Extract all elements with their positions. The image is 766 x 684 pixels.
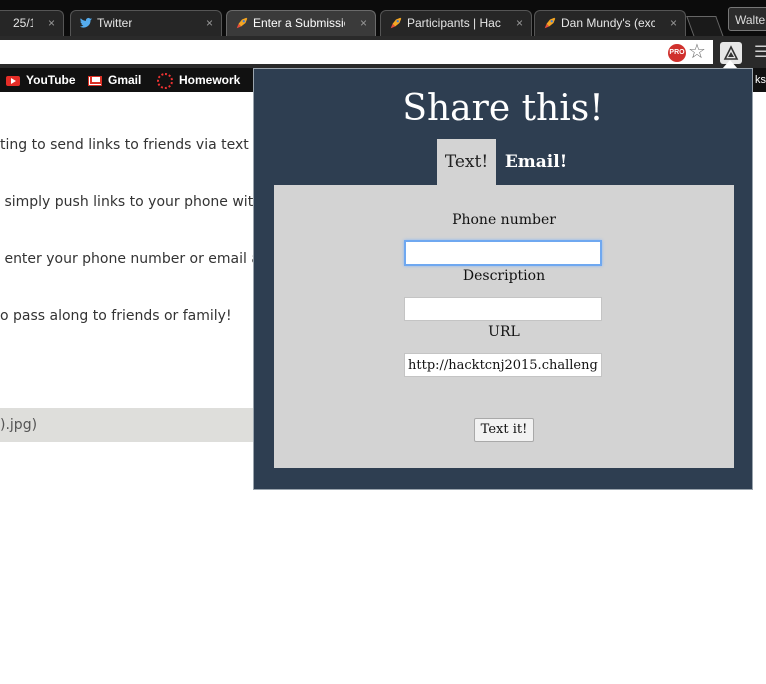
page-description: ting to send links to friends via text m…: [0, 98, 260, 345]
url-label: URL: [488, 324, 520, 340]
bookmark-label: YouTube: [26, 73, 76, 87]
browser-tab-dan-mundy[interactable]: Dan Mundy's (exch ×: [534, 10, 686, 36]
new-tab-button[interactable]: [686, 16, 724, 36]
tab-title: Participants | Hack: [407, 16, 501, 30]
tab-title: Enter a Submission: [253, 16, 345, 30]
tab-email[interactable]: Email!: [502, 139, 570, 186]
description-input[interactable]: [404, 297, 602, 321]
popup-title: Share this!: [402, 88, 604, 129]
browser-tab-enter-submission[interactable]: Enter a Submission ×: [226, 10, 376, 36]
bookmark-label: Homework: [179, 73, 241, 87]
gmail-icon: [88, 75, 102, 86]
description-label: Description: [462, 268, 546, 284]
browser-tab-calendar[interactable]: 25/15 - ( ×: [0, 10, 64, 36]
address-bar[interactable]: [0, 40, 713, 64]
tab-close-icon[interactable]: ×: [48, 11, 55, 35]
description-line: enter your phone number or email a: [0, 251, 260, 267]
bookmark-homework[interactable]: Homework: [157, 68, 240, 92]
challengepost-rocket-icon: [390, 17, 402, 29]
tab-close-icon[interactable]: ×: [206, 11, 213, 35]
triangle-logo-icon: [723, 45, 739, 60]
phone-number-label: Phone number: [452, 212, 556, 228]
share-popup: Share this! Text! Email! Phone number De…: [253, 68, 753, 490]
browser-tab-participants[interactable]: Participants | Hack ×: [380, 10, 532, 36]
homework-icon: [157, 72, 173, 89]
phone-number-input[interactable]: [404, 240, 602, 266]
description-line: simply push links to your phone with: [0, 194, 260, 210]
browser-tab-twitter[interactable]: Twitter ×: [70, 10, 222, 36]
profile-button[interactable]: Walter: [728, 7, 766, 31]
other-bookmarks[interactable]: ks: [755, 68, 766, 92]
description-line: ting to send links to friends via text m: [0, 137, 260, 153]
description-line: o pass along to friends or family!: [0, 308, 232, 324]
youtube-icon: [6, 75, 20, 86]
bookmark-star-icon[interactable]: ☆: [688, 40, 706, 64]
challengepost-rocket-icon: [236, 17, 248, 29]
twitter-bird-icon: [79, 17, 93, 28]
pro-extension-icon[interactable]: PRO: [668, 44, 686, 62]
text-it-button[interactable]: Text it!: [474, 418, 534, 442]
browser-tab-strip: 25/15 - ( × Twitter × Enter a Submission…: [0, 0, 766, 36]
bookmark-gmail[interactable]: Gmail: [88, 68, 141, 92]
challengepost-rocket-icon: [544, 17, 556, 29]
browser-menu-icon[interactable]: ☰: [754, 43, 766, 63]
tab-close-icon[interactable]: ×: [670, 11, 677, 35]
tab-title: Twitter: [97, 16, 133, 30]
tab-close-icon[interactable]: ×: [516, 11, 523, 35]
bookmark-label: Gmail: [108, 73, 142, 87]
toolbar: [0, 36, 766, 68]
attached-file-bar: ).jpg): [0, 408, 254, 442]
tab-title: Dan Mundy's (exch: [561, 16, 655, 30]
tab-text[interactable]: Text!: [437, 139, 496, 186]
url-input[interactable]: [404, 353, 602, 377]
bookmark-youtube[interactable]: YouTube: [6, 68, 76, 92]
text-form-panel: Phone number Description URL Text it!: [274, 185, 734, 468]
tab-close-icon[interactable]: ×: [360, 11, 367, 35]
file-name: ).jpg): [0, 417, 38, 433]
tab-title: 25/15 - (: [13, 16, 33, 30]
